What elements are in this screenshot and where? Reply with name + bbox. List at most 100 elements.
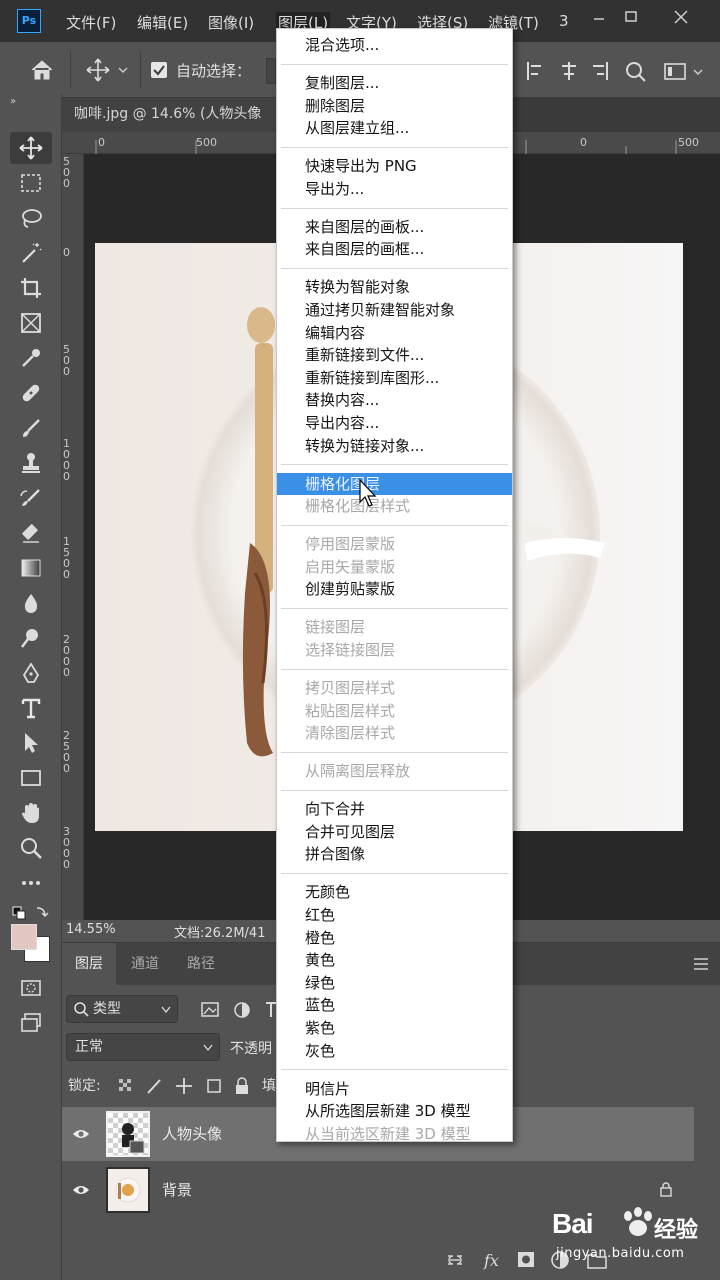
blend-mode-select[interactable]: 正常: [66, 1033, 220, 1061]
menu-item[interactable]: 重新链接到库图形...: [277, 367, 512, 389]
eyedropper-tool-icon[interactable]: [10, 342, 52, 374]
menu-item[interactable]: 红色: [277, 904, 512, 926]
menu-separator: [281, 873, 508, 875]
menu-item[interactable]: 来自图层的画板...: [277, 216, 512, 238]
menu-item[interactable]: 删除图层: [277, 95, 512, 117]
menu-item[interactable]: 拼合图像: [277, 843, 512, 865]
visibility-eye-icon[interactable]: [72, 1181, 90, 1199]
frame-tool-icon[interactable]: [10, 307, 52, 339]
screen-mode-icon[interactable]: [10, 1007, 52, 1039]
tab-layers[interactable]: 图层: [62, 943, 116, 985]
ruler-tick: 2 0 0 0: [63, 633, 70, 679]
menu-item[interactable]: 黄色: [277, 949, 512, 971]
photoshop-logo: Ps: [17, 9, 41, 33]
type-tool-icon[interactable]: [10, 692, 52, 724]
document-tab[interactable]: 咖啡.jpg @ 14.6% (人物头像: [62, 98, 282, 132]
menu-item: 拷贝图层样式: [305, 679, 396, 697]
menu-file[interactable]: 文件(F): [66, 12, 116, 33]
menu-item[interactable]: 替换内容...: [277, 389, 512, 411]
foreground-color-swatch[interactable]: [11, 924, 37, 950]
menu-item[interactable]: 向下合并: [277, 798, 512, 820]
menu-item[interactable]: 从所选图层新建 3D 模型: [277, 1100, 512, 1122]
more-tools-icon[interactable]: [10, 867, 52, 899]
menu-item[interactable]: 复制图层...: [277, 72, 512, 94]
ruler-tick: 500: [678, 136, 699, 149]
path-selection-tool-icon[interactable]: [10, 727, 52, 759]
menu-item[interactable]: 紫色: [277, 1017, 512, 1039]
menu-item[interactable]: 绿色: [277, 972, 512, 994]
panel-menu-icon[interactable]: [692, 957, 710, 971]
collapse-icon[interactable]: »: [10, 96, 16, 107]
default-colors-icon[interactable]: [12, 904, 50, 920]
close-icon[interactable]: [666, 6, 696, 30]
maximize-icon[interactable]: [616, 6, 646, 30]
menu-item[interactable]: 快速导出为 PNG: [277, 155, 512, 177]
clone-stamp-tool-icon[interactable]: [10, 447, 52, 479]
lock-icons[interactable]: [118, 1077, 258, 1095]
dodge-tool-icon[interactable]: [10, 622, 52, 654]
menu-item[interactable]: 明信片: [277, 1078, 512, 1100]
menu-item[interactable]: 导出为...: [277, 178, 512, 200]
menu-item[interactable]: 导出内容...: [277, 412, 512, 434]
marquee-tool-icon[interactable]: [10, 167, 52, 199]
minimize-icon[interactable]: [584, 6, 614, 30]
rectangle-tool-icon[interactable]: [10, 762, 52, 794]
lasso-tool-icon[interactable]: [10, 202, 52, 234]
menu-item[interactable]: 灰色: [277, 1040, 512, 1062]
menu-item[interactable]: 编辑内容: [277, 322, 512, 344]
menu-item[interactable]: 转换为链接对象...: [277, 435, 512, 457]
blur-tool-icon[interactable]: [10, 587, 52, 619]
workspace-icon[interactable]: [662, 60, 706, 84]
layer-name[interactable]: 背景: [162, 1179, 192, 1200]
menu-item[interactable]: 创建剪贴蒙版: [277, 578, 512, 600]
home-icon[interactable]: [28, 56, 56, 84]
pen-tool-icon[interactable]: [10, 657, 52, 689]
menu-edit[interactable]: 编辑(E): [137, 12, 188, 33]
filter-kind-select[interactable]: 类型: [66, 995, 178, 1023]
ruler-tick: 5 0 0: [63, 343, 70, 378]
filter-kind-value: 类型: [93, 1001, 121, 1017]
gradient-tool-icon[interactable]: [10, 552, 52, 584]
brush-tool-icon[interactable]: [10, 412, 52, 444]
watermark-brand: Bai: [552, 1208, 594, 1239]
menu-item[interactable]: 混合选项...: [277, 34, 512, 56]
tab-paths[interactable]: 路径: [174, 943, 228, 985]
menu-item[interactable]: 蓝色: [277, 994, 512, 1016]
hand-tool-icon[interactable]: [10, 797, 52, 829]
menu-item[interactable]: 栅格化图层: [277, 472, 512, 495]
menu-item[interactable]: 转换为智能对象: [277, 276, 512, 298]
menu-item[interactable]: 重新链接到文件...: [277, 344, 512, 366]
magic-wand-tool-icon[interactable]: [10, 237, 52, 269]
search-icon[interactable]: [624, 60, 648, 84]
move-tool-icon[interactable]: [10, 132, 52, 164]
menu-separator: [281, 668, 508, 670]
menu-separator: [281, 147, 508, 148]
tab-channels[interactable]: 通道: [118, 943, 172, 985]
visibility-eye-icon[interactable]: [72, 1125, 90, 1143]
menu-item[interactable]: 通过拷贝新建智能对象: [277, 299, 512, 321]
menu-item[interactable]: 来自图层的画框...: [277, 238, 512, 260]
menu-3d[interactable]: 3: [559, 12, 569, 30]
menu-item[interactable]: 无颜色: [277, 881, 512, 903]
menu-item[interactable]: 从图层建立组...: [277, 117, 512, 139]
filter-icons[interactable]: [200, 999, 276, 1021]
history-brush-tool-icon[interactable]: [10, 482, 52, 514]
layer-context-menu: 混合选项... 复制图层... 删除图层 从图层建立组... 快速导出为 PNG 导出为.…: [276, 28, 513, 1143]
quick-mask-icon[interactable]: [10, 972, 52, 1004]
auto-select-dropdown[interactable]: [266, 58, 276, 84]
layer-name[interactable]: 人物头像: [162, 1123, 222, 1144]
menu-image[interactable]: 图像(I): [208, 12, 254, 33]
menu-separator: [281, 464, 508, 466]
doc-info[interactable]: 文档:26.2M/41: [174, 922, 265, 941]
zoom-tool-icon[interactable]: [10, 832, 52, 864]
menu-item[interactable]: 橙色: [277, 927, 512, 949]
menu-item[interactable]: 合并可见图层: [277, 821, 512, 843]
crop-tool-icon[interactable]: [10, 272, 52, 304]
eraser-tool-icon[interactable]: [10, 517, 52, 549]
align-icons[interactable]: [525, 60, 609, 82]
ruler-tick: 0: [580, 136, 587, 149]
healing-brush-tool-icon[interactable]: [10, 377, 52, 409]
move-tool-preset-icon[interactable]: [86, 56, 130, 84]
zoom-level[interactable]: 14.55%: [66, 922, 116, 937]
auto-select-checkbox[interactable]: [151, 62, 167, 78]
